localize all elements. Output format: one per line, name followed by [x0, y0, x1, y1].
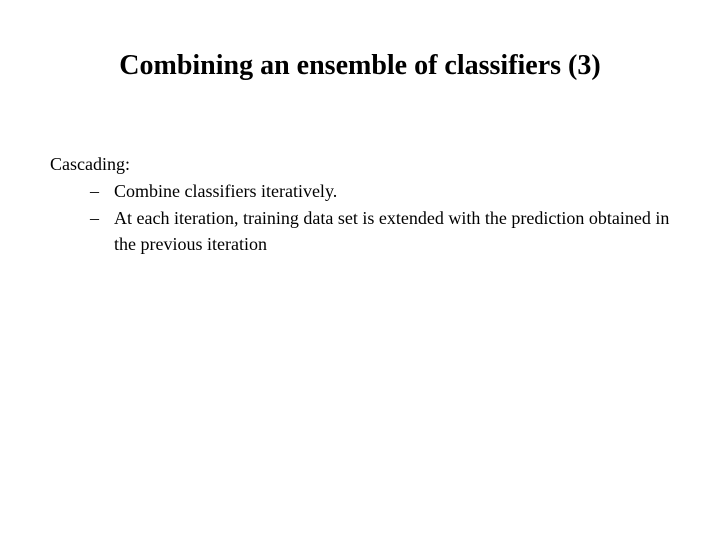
- list-item: At each iteration, training data set is …: [90, 206, 670, 256]
- bullet-list: Combine classifiers iteratively. At each…: [50, 179, 670, 257]
- bullet-text: At each iteration, training data set is …: [114, 208, 669, 253]
- slide-container: Combining an ensemble of classifiers (3)…: [0, 0, 720, 540]
- slide-content: Cascading: Combine classifiers iterative…: [50, 152, 670, 257]
- section-heading: Cascading:: [50, 152, 670, 177]
- list-item: Combine classifiers iteratively.: [90, 179, 670, 204]
- bullet-text: Combine classifiers iteratively.: [114, 181, 337, 201]
- slide-title: Combining an ensemble of classifiers (3): [50, 50, 670, 82]
